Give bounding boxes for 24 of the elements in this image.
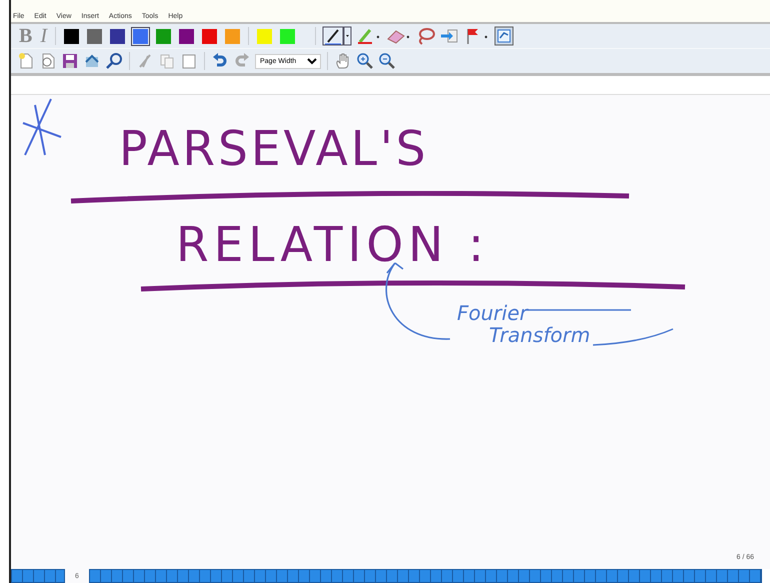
new-note-icon[interactable] xyxy=(17,52,35,70)
blank-page-icon[interactable] xyxy=(180,52,198,70)
lasso-icon[interactable] xyxy=(416,27,436,45)
handwritten-heading: RELATION : xyxy=(176,221,489,269)
handwritten-heading: PARSEVAL'S xyxy=(119,125,429,173)
zoom-out-icon[interactable] xyxy=(378,52,396,70)
search-icon[interactable] xyxy=(105,52,123,70)
pen-color-swatch[interactable] xyxy=(154,26,174,46)
pen-color-swatch[interactable] xyxy=(255,26,274,46)
pen-color-swatch[interactable] xyxy=(200,26,220,46)
zoom-in-icon[interactable] xyxy=(356,52,374,70)
pen-icon[interactable] xyxy=(322,26,352,46)
pen-color-swatch[interactable] xyxy=(177,26,196,46)
pen-color-swatch[interactable] xyxy=(85,26,104,46)
pen-color-swatch[interactable] xyxy=(62,26,82,46)
insert-space-icon[interactable] xyxy=(440,27,460,45)
handwritten-note: Fourier xyxy=(457,303,528,323)
handwritten-note: Transform xyxy=(489,325,590,345)
pen-color-swatch[interactable] xyxy=(278,26,298,46)
selection-icon[interactable] xyxy=(494,26,514,46)
pen-color-swatch[interactable] xyxy=(131,26,150,46)
pen-color-swatch[interactable] xyxy=(108,26,128,46)
pen-color-swatch[interactable] xyxy=(223,26,242,46)
save-icon[interactable] xyxy=(61,52,79,70)
